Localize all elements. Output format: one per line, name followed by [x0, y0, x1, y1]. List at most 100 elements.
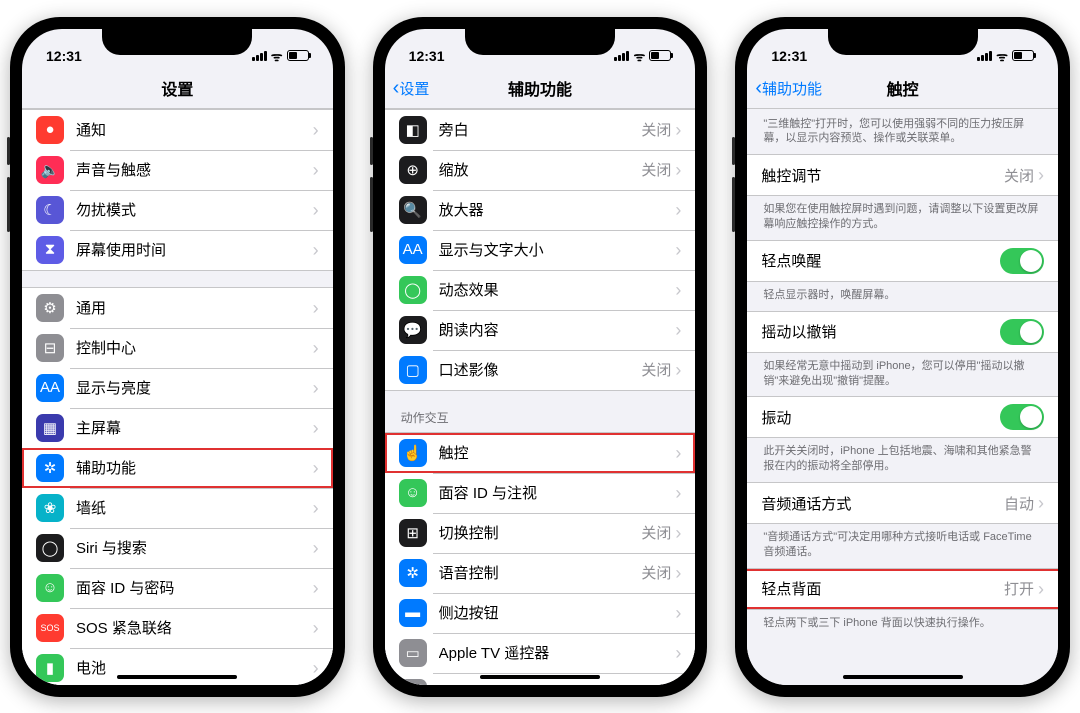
settings-row[interactable]: ▭Apple TV 遥控器›: [385, 633, 696, 673]
settings-row[interactable]: ⊞切换控制关闭›: [385, 513, 696, 553]
nav-bar: ‹ 设置 辅助功能: [385, 69, 696, 109]
settings-row[interactable]: 💬朗读内容›: [385, 310, 696, 350]
row-icon: ⊞: [399, 519, 427, 547]
settings-row[interactable]: 轻点唤醒: [747, 241, 1058, 281]
row-label: 主屏幕: [76, 417, 313, 438]
row-label: SOS 紧急联络: [76, 617, 313, 638]
settings-row[interactable]: 🔈 声音与触感›: [22, 150, 333, 190]
settings-row[interactable]: ☾勿扰模式›: [22, 190, 333, 230]
wifi-icon: ᯤ: [271, 47, 283, 65]
chevron-right-icon: ›: [313, 339, 319, 357]
settings-row[interactable]: ◧旁白关闭›: [385, 110, 696, 150]
settings-row[interactable]: ⊟控制中心›: [22, 328, 333, 368]
row-icon: ⧗: [36, 236, 64, 264]
group-footer: 轻点显示器时，唤醒屏幕。: [747, 282, 1058, 311]
settings-row[interactable]: ▢口述影像关闭›: [385, 350, 696, 390]
settings-row[interactable]: ☝触控›: [385, 433, 696, 473]
row-label: Apple TV 遥控器: [439, 642, 676, 663]
group-footer: 轻点两下或三下 iPhone 背面以快速执行操作。: [747, 610, 1058, 639]
row-icon: SOS: [36, 614, 64, 642]
chevron-right-icon: ›: [313, 299, 319, 317]
row-icon: ✲: [399, 559, 427, 587]
row-label: 轻点背面: [761, 578, 1004, 599]
settings-row[interactable]: 摇动以撤销: [747, 312, 1058, 352]
battery-icon: [649, 50, 671, 61]
notch: [102, 29, 252, 55]
chevron-right-icon: ›: [675, 161, 681, 179]
battery-icon: [1012, 50, 1034, 61]
row-label: 动态效果: [439, 279, 676, 300]
settings-group-2: ⚙通用›⊟控制中心›AA显示与亮度›▦主屏幕›✲辅助功能›❀墙纸›◯Siri 与…: [22, 287, 333, 685]
status-indicators: ᯤ: [614, 47, 671, 65]
status-indicators: ᯤ: [252, 47, 309, 65]
accessibility-group-2: ☝触控›☺面容 ID 与注视›⊞切换控制关闭›✲语音控制关闭›▬侧边按钮›▭Ap…: [385, 432, 696, 685]
touch-setting-group: 音频通话方式自动›: [747, 482, 1058, 524]
toggle-switch[interactable]: [1000, 319, 1044, 345]
settings-row[interactable]: ▮电池›: [22, 648, 333, 685]
chevron-right-icon: ›: [313, 379, 319, 397]
chevron-right-icon: ›: [1038, 580, 1044, 598]
row-icon: ◯: [399, 276, 427, 304]
phone-1: 12:31 ᯤ 设置 ●通知›🔈声音与触感›☾勿扰模式›⧗屏幕使用时间› ⚙通用…: [10, 17, 345, 697]
settings-row[interactable]: ●通知›: [22, 110, 333, 150]
chevron-right-icon: ›: [675, 241, 681, 259]
row-label: 通用: [76, 297, 313, 318]
row-label: 墙纸: [76, 497, 313, 518]
settings-row[interactable]: SOS SOS 紧急联络›: [22, 608, 333, 648]
settings-row[interactable]: ⊕缩放关闭›: [385, 150, 696, 190]
settings-row[interactable]: AA显示与文字大小›: [385, 230, 696, 270]
row-label: 控制中心: [76, 337, 313, 358]
home-indicator: [843, 675, 963, 679]
screen-1: 12:31 ᯤ 设置 ●通知›🔈声音与触感›☾勿扰模式›⧗屏幕使用时间› ⚙通用…: [22, 29, 333, 685]
back-button[interactable]: ‹ 辅助功能: [755, 78, 822, 99]
status-time: 12:31: [771, 48, 807, 64]
settings-row[interactable]: ⚙通用›: [22, 288, 333, 328]
chevron-right-icon: ›: [675, 321, 681, 339]
row-icon: 🔍: [399, 196, 427, 224]
settings-row[interactable]: 🔍放大器›: [385, 190, 696, 230]
battery-icon: [287, 50, 309, 61]
toggle-switch[interactable]: [1000, 248, 1044, 274]
settings-row[interactable]: ❀墙纸›: [22, 488, 333, 528]
settings-row[interactable]: ⧗屏幕使用时间›: [22, 230, 333, 270]
notch: [465, 29, 615, 55]
row-value: 关闭: [641, 159, 671, 180]
row-icon: AA: [399, 236, 427, 264]
row-label: 声音与触感: [76, 159, 313, 180]
chevron-right-icon: ›: [313, 619, 319, 637]
settings-row[interactable]: ☺面容 ID 与注视›: [385, 473, 696, 513]
content[interactable]: "三维触控"打开时，您可以使用强弱不同的压力按压屏幕，以显示内容预览、操作或关联…: [747, 109, 1058, 685]
toggle-switch[interactable]: [1000, 404, 1044, 430]
chevron-right-icon: ›: [675, 644, 681, 662]
status-time: 12:31: [409, 48, 445, 64]
chevron-right-icon: ›: [313, 161, 319, 179]
settings-row[interactable]: ✲辅助功能›: [22, 448, 333, 488]
settings-row[interactable]: 触控调节关闭›: [747, 155, 1058, 195]
row-icon: ◧: [399, 116, 427, 144]
settings-row[interactable]: ☺面容 ID 与密码›: [22, 568, 333, 608]
back-button[interactable]: ‹ 设置: [393, 78, 430, 99]
settings-row[interactable]: ◯Siri 与搜索›: [22, 528, 333, 568]
settings-row[interactable]: ▬侧边按钮›: [385, 593, 696, 633]
settings-row[interactable]: 音频通话方式自动›: [747, 483, 1058, 523]
settings-row[interactable]: ▦主屏幕›: [22, 408, 333, 448]
row-label: 摇动以撤销: [761, 321, 1000, 342]
settings-row[interactable]: 振动: [747, 397, 1058, 437]
wifi-icon: ᯤ: [996, 47, 1008, 65]
settings-row[interactable]: AA显示与亮度›: [22, 368, 333, 408]
back-label: 设置: [399, 78, 429, 99]
settings-row[interactable]: ✲语音控制关闭›: [385, 553, 696, 593]
home-indicator: [117, 675, 237, 679]
row-icon: ✲: [36, 454, 64, 482]
content[interactable]: ●通知›🔈声音与触感›☾勿扰模式›⧗屏幕使用时间› ⚙通用›⊟控制中心›AA显示…: [22, 109, 333, 685]
row-icon: ▮: [36, 654, 64, 682]
group-footer: 如果您在使用触控屏时遇到问题，请调整以下设置更改屏幕响应触控操作的方式。: [747, 196, 1058, 240]
content[interactable]: ◧旁白关闭›⊕缩放关闭›🔍放大器›AA显示与文字大小›◯动态效果›💬朗读内容›▢…: [385, 109, 696, 685]
row-label: 屏幕使用时间: [76, 239, 313, 260]
row-label: 勿扰模式: [76, 199, 313, 220]
row-icon: 🔈: [36, 156, 64, 184]
settings-row[interactable]: 轻点背面打开›: [747, 569, 1058, 609]
chevron-right-icon: ›: [675, 121, 681, 139]
row-label: 缩放: [439, 159, 642, 180]
settings-row[interactable]: ◯动态效果›: [385, 270, 696, 310]
